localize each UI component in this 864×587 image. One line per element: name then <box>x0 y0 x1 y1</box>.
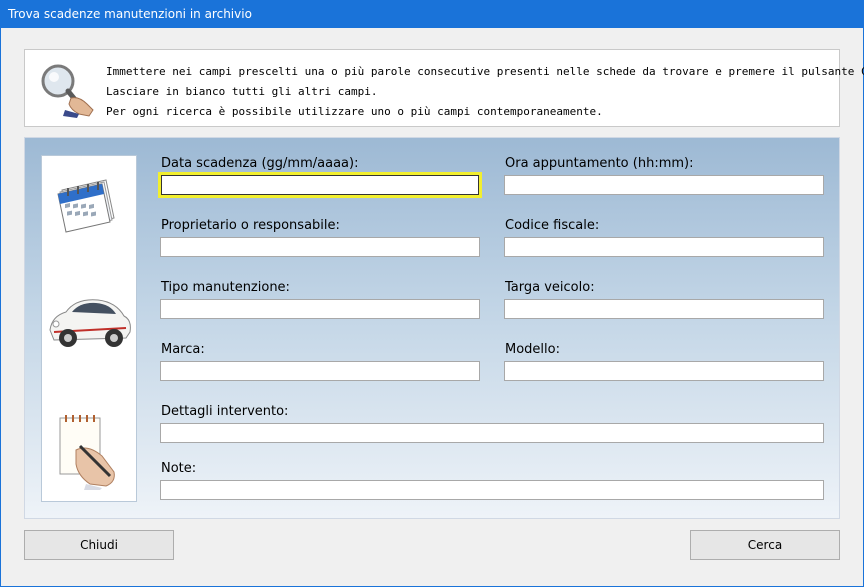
label-dettagli-intervento: Dettagli intervento: <box>161 404 289 419</box>
dettagli-intervento-field[interactable] <box>161 424 823 442</box>
note-input[interactable] <box>160 480 824 500</box>
side-illustrations <box>41 155 137 502</box>
window-title: Trova scadenze manutenzioni in archivio <box>8 7 252 21</box>
instructions: Immettere nei campi prescelti una o più … <box>106 62 864 122</box>
data-scadenza-field[interactable] <box>161 175 479 195</box>
label-targa-veicolo: Targa veicolo: <box>505 280 595 295</box>
targa-veicolo-field[interactable] <box>505 300 823 318</box>
search-form: Data scadenza (gg/mm/aaaa): Ora appuntam… <box>24 137 840 519</box>
label-note: Note: <box>161 461 197 476</box>
codice-fiscale-input[interactable] <box>504 237 824 257</box>
ora-appuntamento-input[interactable] <box>504 175 824 195</box>
label-proprietario: Proprietario o responsabile: <box>161 218 340 233</box>
label-marca: Marca: <box>161 342 205 357</box>
modello-field[interactable] <box>505 362 823 380</box>
instruction-line: Per ogni ricerca è possibile utilizzare … <box>106 105 603 118</box>
targa-veicolo-input[interactable] <box>504 299 824 319</box>
label-modello: Modello: <box>505 342 560 357</box>
ora-appuntamento-field[interactable] <box>505 176 823 194</box>
tipo-manutenzione-input[interactable] <box>160 299 480 319</box>
codice-fiscale-field[interactable] <box>505 238 823 256</box>
marca-input[interactable] <box>160 361 480 381</box>
label-tipo-manutenzione: Tipo manutenzione: <box>161 280 290 295</box>
modello-input[interactable] <box>504 361 824 381</box>
magnifier-icon <box>41 64 94 118</box>
title-bar: Trova scadenze manutenzioni in archivio <box>1 1 863 28</box>
car-icon <box>49 299 131 347</box>
note-field[interactable] <box>161 481 823 499</box>
label-ora-appuntamento: Ora appuntamento (hh:mm): <box>505 156 694 171</box>
info-panel: Immettere nei campi prescelti una o più … <box>24 49 864 127</box>
label-data-scadenza: Data scadenza (gg/mm/aaaa): <box>161 156 359 171</box>
proprietario-field[interactable] <box>161 238 479 256</box>
instruction-line: Lasciare in bianco tutti gli altri campi… <box>106 85 378 98</box>
dettagli-intervento-input[interactable] <box>160 423 824 443</box>
instruction-line: Immettere nei campi prescelti una o più … <box>106 65 864 78</box>
marca-field[interactable] <box>161 362 479 380</box>
data-scadenza-input[interactable] <box>158 172 482 198</box>
label-codice-fiscale: Codice fiscale: <box>505 218 600 233</box>
notepad-icon <box>59 415 115 490</box>
calendar-icon <box>57 179 115 233</box>
tipo-manutenzione-field[interactable] <box>161 300 479 318</box>
search-window: Trova scadenze manutenzioni in archivio … <box>0 0 864 587</box>
search-button[interactable]: Cerca <box>690 530 840 560</box>
proprietario-input[interactable] <box>160 237 480 257</box>
close-button[interactable]: Chiudi <box>24 530 174 560</box>
